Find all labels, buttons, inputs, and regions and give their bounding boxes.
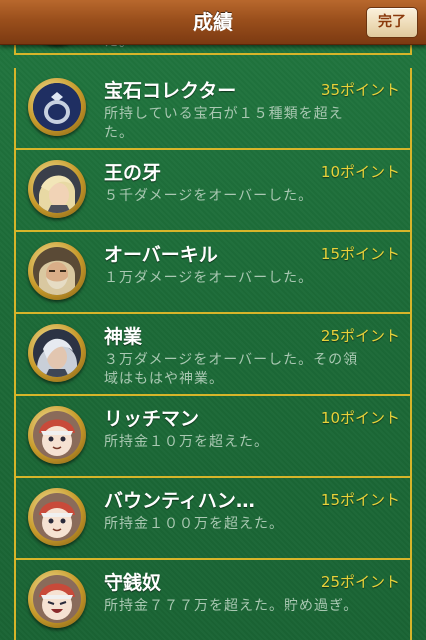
achievement-row[interactable]: 神業 25ポイント ３万ダメージをオーバーした。その領 域はもはや神業。 bbox=[0, 314, 426, 396]
achievement-description: 所持金７７７万を超えた。貯め過ぎ。 bbox=[104, 597, 394, 616]
achievement-description: 所持金１０万を超えた。 bbox=[104, 433, 394, 452]
description-line: 域はもはや神業。 bbox=[104, 371, 224, 387]
achievement-points: 10ポイント bbox=[320, 163, 400, 181]
achievement-title: 守銭奴 bbox=[104, 572, 162, 594]
page-title: 成績 bbox=[193, 10, 233, 34]
achievement-description: １万ダメージをオーバーした。 bbox=[104, 269, 394, 288]
silver-haired-portrait bbox=[33, 329, 81, 377]
achievement-points: 10ポイント bbox=[320, 409, 400, 427]
chibi-character-portrait bbox=[33, 411, 81, 459]
achievement-row[interactable]: 守銭奴 25ポイント 所持金７７７万を超えた。貯め過ぎ。 bbox=[0, 560, 426, 640]
achievement-description: 所持金１００万を超えた。 bbox=[104, 515, 394, 534]
achievement-points: 35ポイント bbox=[320, 81, 400, 99]
row-divider bbox=[14, 53, 412, 55]
achievement-row[interactable]: リッチマン 10ポイント 所持金１０万を超えた。 bbox=[0, 396, 426, 478]
chibi-character-portrait bbox=[33, 493, 81, 541]
achievement-row[interactable]: 宝石コレクター 35ポイント 所持している宝石が１５種類を超え た。 bbox=[0, 68, 426, 150]
achievement-title: 神業 bbox=[104, 326, 143, 348]
ring-icon bbox=[33, 83, 81, 131]
achievement-badge bbox=[28, 324, 86, 382]
achievement-points: 15ポイント bbox=[320, 491, 400, 509]
achievement-badge bbox=[28, 488, 86, 546]
description-line: 所持金７７７万を超えた。貯め過ぎ。 bbox=[104, 598, 359, 614]
achievement-title: オーバーキル bbox=[104, 244, 218, 266]
description-line: １万ダメージをオーバーした。 bbox=[104, 270, 314, 286]
achievement-badge bbox=[28, 242, 86, 300]
achievement-badge bbox=[28, 406, 86, 464]
achievement-points: 15ポイント bbox=[320, 245, 400, 263]
achievement-title: バウンティハン… bbox=[104, 490, 255, 512]
description-line: た。 bbox=[104, 125, 134, 141]
achievement-badge bbox=[28, 160, 86, 218]
achievement-title: 王の牙 bbox=[104, 162, 162, 184]
achievement-description: 所持している宝石が１５種類を超え た。 bbox=[104, 105, 394, 143]
achievement-row[interactable]: 王の牙 10ポイント ５千ダメージをオーバーした。 bbox=[0, 150, 426, 232]
achievements-screen: た。 宝石コレクター 35ポイント 所持している宝石が１５種 bbox=[0, 0, 426, 640]
description-line: 所持している宝石が１５種類を超え bbox=[104, 106, 344, 122]
blonde-warrior-portrait bbox=[33, 165, 81, 213]
achievement-title: 宝石コレクター bbox=[104, 80, 237, 102]
description-line: ５千ダメージをオーバーした。 bbox=[104, 188, 314, 204]
achievement-title: リッチマン bbox=[104, 408, 200, 430]
achievement-badge bbox=[28, 570, 86, 628]
achievement-badge bbox=[28, 78, 86, 136]
description-line: ３万ダメージをオーバーした。その領 bbox=[104, 352, 359, 368]
achievement-description: ３万ダメージをオーバーした。その領 域はもはや神業。 bbox=[104, 351, 394, 389]
navigation-bar: 成績 完了 bbox=[0, 0, 426, 45]
chibi-laughing-portrait bbox=[33, 575, 81, 623]
description-line: 所持金１００万を超えた。 bbox=[104, 516, 284, 532]
bearded-warrior-portrait bbox=[33, 247, 81, 295]
achievement-row[interactable]: オーバーキル 15ポイント １万ダメージをオーバーした。 bbox=[0, 232, 426, 314]
achievement-points: 25ポイント bbox=[320, 327, 400, 345]
description-line: 所持金１０万を超えた。 bbox=[104, 434, 269, 450]
achievement-points: 25ポイント bbox=[320, 573, 400, 591]
achievement-description: ５千ダメージをオーバーした。 bbox=[104, 187, 394, 206]
achievement-row[interactable]: バウンティハン… 15ポイント 所持金１００万を超えた。 bbox=[0, 478, 426, 560]
done-button[interactable]: 完了 bbox=[366, 7, 418, 38]
